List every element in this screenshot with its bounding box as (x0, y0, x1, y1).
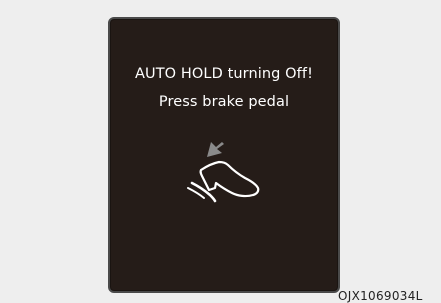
shoe-icon (199, 160, 260, 198)
auto-hold-warning-text: AUTO HOLD turning Off! (134, 66, 314, 82)
press-brake-instruction-text: Press brake pedal (158, 94, 290, 110)
image-reference-code: OJX1069034L (338, 289, 423, 303)
cluster-display-panel: AUTO HOLD turning Off! Press brake pedal (108, 17, 340, 293)
press-arrow-icon (207, 142, 224, 157)
brake-pedal-press-icon (187, 142, 260, 203)
